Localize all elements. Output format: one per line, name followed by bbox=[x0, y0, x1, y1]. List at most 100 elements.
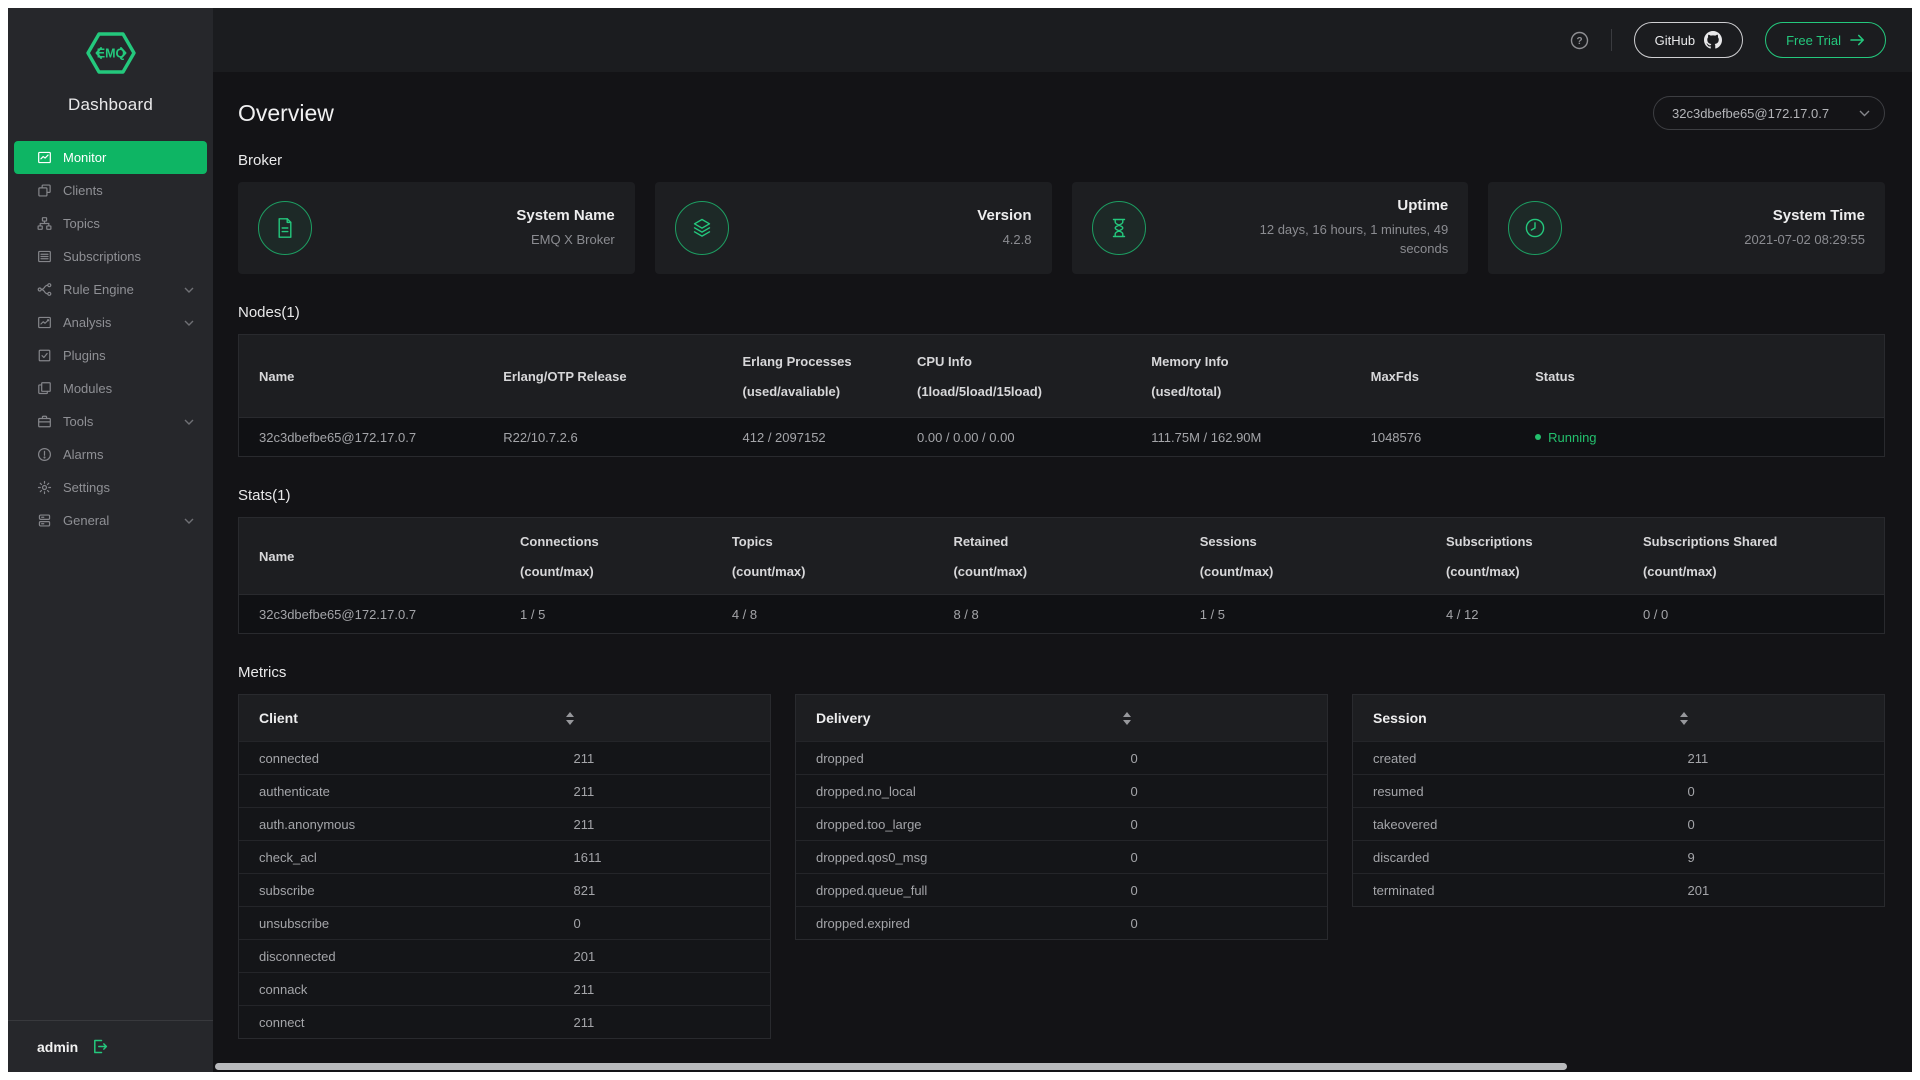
table-row: dropped.queue_full0 bbox=[796, 873, 1327, 906]
topbar-divider bbox=[1611, 29, 1612, 51]
sidebar-item-label: Tools bbox=[63, 414, 93, 429]
table-row: authenticate211 bbox=[239, 774, 770, 807]
username: admin bbox=[37, 1039, 78, 1055]
general-icon bbox=[37, 513, 52, 528]
sort-caret-icon[interactable] bbox=[1123, 712, 1132, 725]
sidebar-item-label: Analysis bbox=[63, 315, 111, 330]
logout-icon[interactable] bbox=[92, 1039, 108, 1054]
sidebar-item-label: Alarms bbox=[63, 447, 103, 462]
main-area: ? GitHub Free Trial Overview 32c3 bbox=[213, 8, 1912, 1072]
table-row: disconnected201 bbox=[239, 939, 770, 972]
sidebar-item-label: Rule Engine bbox=[63, 282, 134, 297]
table-row: connected211 bbox=[239, 741, 770, 774]
table-row: resumed0 bbox=[1353, 774, 1884, 807]
sidebar-item-analysis[interactable]: Analysis bbox=[8, 306, 213, 339]
alarms-icon bbox=[37, 447, 52, 462]
emqx-dashboard: EMQ Dashboard Monitor Clients bbox=[8, 8, 1912, 1072]
clients-icon bbox=[37, 183, 52, 198]
metrics-tables: Client connected211 authenticate211 auth… bbox=[238, 694, 1885, 1039]
sidebar-item-label: Topics bbox=[63, 216, 100, 231]
broker-card-version: Version 4.2.8 bbox=[655, 182, 1052, 274]
column-header: MaxFds bbox=[1371, 369, 1506, 384]
card-label: Version bbox=[977, 207, 1031, 224]
sidebar-footer: admin bbox=[8, 1020, 213, 1072]
metrics-table-client-header[interactable]: Client bbox=[239, 695, 770, 741]
clock-icon bbox=[1508, 201, 1562, 255]
metrics-table-delivery-header[interactable]: Delivery bbox=[796, 695, 1327, 741]
status-badge: Running bbox=[1548, 430, 1596, 445]
sidebar-item-clients[interactable]: Clients bbox=[8, 174, 213, 207]
svg-text:?: ? bbox=[1576, 36, 1582, 47]
rule-engine-icon bbox=[37, 282, 52, 297]
column-header: Connections bbox=[520, 534, 702, 549]
free-trial-button-label: Free Trial bbox=[1786, 33, 1841, 48]
nodes-table-header: Name Erlang/OTP Release Erlang Processes… bbox=[239, 335, 1884, 417]
sidebar-item-label: Subscriptions bbox=[63, 249, 141, 264]
column-header: Name bbox=[259, 549, 490, 564]
column-header: Topics bbox=[732, 534, 924, 549]
node-selector[interactable]: 32c3dbefbe65@172.17.0.7 bbox=[1653, 96, 1885, 130]
broker-card-system-name: System Name EMQ X Broker bbox=[238, 182, 635, 274]
card-label: Uptime bbox=[1233, 197, 1448, 214]
sort-caret-icon[interactable] bbox=[566, 712, 575, 725]
github-button-label: GitHub bbox=[1655, 33, 1695, 48]
sidebar-item-alarms[interactable]: Alarms bbox=[8, 438, 213, 471]
sidebar-item-modules[interactable]: Modules bbox=[8, 372, 213, 405]
sort-caret-icon[interactable] bbox=[1680, 712, 1689, 725]
nodes-section-title: Nodes(1) bbox=[238, 304, 1885, 321]
table-row: terminated201 bbox=[1353, 873, 1884, 906]
sidebar-item-topics[interactable]: Topics bbox=[8, 207, 213, 240]
sidebar-item-tools[interactable]: Tools bbox=[8, 405, 213, 438]
broker-card-uptime: Uptime 12 days, 16 hours, 1 minutes, 49 … bbox=[1072, 182, 1469, 274]
sidebar-item-general[interactable]: General bbox=[8, 504, 213, 537]
node-otp-cell: R22/10.7.2.6 bbox=[483, 418, 722, 456]
free-trial-button[interactable]: Free Trial bbox=[1765, 22, 1886, 58]
horizontal-scrollbar[interactable] bbox=[215, 1063, 1567, 1070]
topbar: ? GitHub Free Trial bbox=[213, 8, 1912, 72]
help-icon[interactable]: ? bbox=[1570, 31, 1589, 50]
sidebar-item-label: Clients bbox=[63, 183, 103, 198]
metrics-table-client: Client connected211 authenticate211 auth… bbox=[238, 694, 771, 1039]
overview-page: Overview 32c3dbefbe65@172.17.0.7 Broker … bbox=[213, 72, 1912, 1072]
sidebar-item-label: Modules bbox=[63, 381, 112, 396]
status-dot bbox=[1535, 434, 1541, 440]
card-label: System Name bbox=[516, 207, 614, 224]
table-row: discarded9 bbox=[1353, 840, 1884, 873]
metrics-table-session-header[interactable]: Session bbox=[1353, 695, 1884, 741]
layers-icon bbox=[675, 201, 729, 255]
node-selector-value: 32c3dbefbe65@172.17.0.7 bbox=[1672, 106, 1829, 121]
stats-retained-cell: 8 / 8 bbox=[933, 595, 1179, 633]
sidebar-item-label: Monitor bbox=[63, 150, 106, 165]
table-row: connect211 bbox=[239, 1005, 770, 1038]
node-name-cell: 32c3dbefbe65@172.17.0.7 bbox=[239, 418, 483, 456]
chevron-down-icon bbox=[1859, 110, 1870, 117]
sidebar: EMQ Dashboard Monitor Clients bbox=[8, 8, 213, 1072]
table-row: 32c3dbefbe65@172.17.0.7 1 / 5 4 / 8 8 / … bbox=[239, 594, 1884, 633]
stats-section-title: Stats(1) bbox=[238, 487, 1885, 504]
broker-cards: System Name EMQ X Broker Version 4.2.8 bbox=[238, 182, 1885, 274]
subscriptions-icon bbox=[37, 249, 52, 264]
column-header: Erlang/OTP Release bbox=[503, 369, 712, 384]
chevron-down-icon bbox=[184, 287, 194, 293]
github-icon bbox=[1704, 31, 1722, 49]
table-row: dropped.no_local0 bbox=[796, 774, 1327, 807]
sidebar-item-subscriptions[interactable]: Subscriptions bbox=[8, 240, 213, 273]
table-row: dropped.expired0 bbox=[796, 906, 1327, 939]
metrics-section-title: Metrics bbox=[238, 664, 1885, 681]
sidebar-item-rule-engine[interactable]: Rule Engine bbox=[8, 273, 213, 306]
modules-icon bbox=[37, 381, 52, 396]
node-maxfds-cell: 1048576 bbox=[1351, 418, 1516, 456]
sidebar-item-plugins[interactable]: Plugins bbox=[8, 339, 213, 372]
column-header: Erlang Processes bbox=[743, 354, 887, 369]
column-header: Subscriptions Shared bbox=[1643, 534, 1874, 549]
sidebar-item-monitor[interactable]: Monitor bbox=[14, 141, 207, 174]
monitor-icon bbox=[37, 150, 52, 165]
hourglass-icon bbox=[1092, 201, 1146, 255]
node-processes-cell: 412 / 2097152 bbox=[723, 418, 897, 456]
column-header: CPU Info bbox=[917, 354, 1121, 369]
card-label: System Time bbox=[1744, 207, 1865, 224]
sidebar-item-settings[interactable]: Settings bbox=[8, 471, 213, 504]
column-header: Sessions bbox=[1200, 534, 1416, 549]
github-button[interactable]: GitHub bbox=[1634, 22, 1743, 58]
table-row: dropped.qos0_msg0 bbox=[796, 840, 1327, 873]
